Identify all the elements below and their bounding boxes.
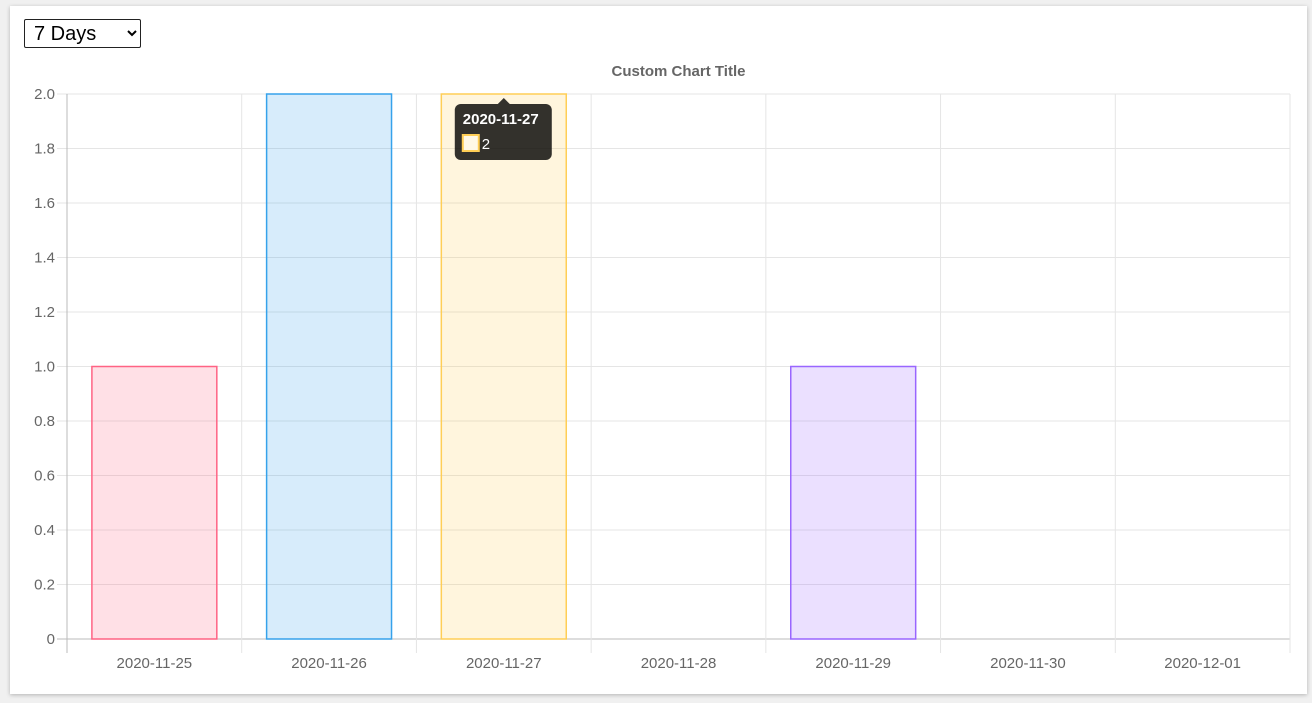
y-tick-label: 0.6 bbox=[34, 468, 55, 485]
x-tick-label: 2020-11-26 bbox=[291, 655, 367, 672]
y-tick-label: 1.4 bbox=[34, 250, 55, 267]
y-tick-label: 1.6 bbox=[34, 195, 55, 212]
x-tick-label: 2020-11-30 bbox=[990, 655, 1066, 672]
y-tick-label: 1.2 bbox=[34, 304, 55, 321]
y-tick-label: 1.0 bbox=[34, 359, 55, 376]
bar-2020-11-27[interactable] bbox=[440, 93, 567, 640]
x-tick-label: 2020-11-28 bbox=[641, 655, 717, 672]
tooltip-swatch bbox=[461, 134, 480, 152]
y-tick-label: 1.8 bbox=[34, 141, 55, 158]
y-tick-label: 0.2 bbox=[34, 577, 55, 594]
bar-2020-11-25[interactable] bbox=[91, 365, 218, 640]
chart-title: Custom Chart Title bbox=[612, 63, 746, 80]
y-tick-label: 0.4 bbox=[34, 522, 55, 539]
x-tick-label: 2020-11-29 bbox=[815, 655, 891, 672]
tooltip-value: 2 bbox=[482, 136, 490, 153]
bar-chart: Custom Chart Title 0 0.2 0.4 0.6 0.8 1.0 1.2 1.4… bbox=[34, 63, 1291, 672]
y-tick-label: 0 bbox=[47, 631, 55, 648]
x-tick-label: 2020-11-25 bbox=[117, 655, 193, 672]
y-tick-label: 2.0 bbox=[34, 86, 55, 103]
bar-2020-11-26[interactable] bbox=[265, 93, 393, 640]
y-tick-label: 0.8 bbox=[34, 413, 55, 430]
x-tick-label: 2020-12-01 bbox=[1164, 655, 1241, 672]
x-tick-label: 2020-11-27 bbox=[466, 655, 542, 672]
bar-2020-11-29[interactable] bbox=[790, 365, 917, 640]
tooltip-title: 2020-11-27 bbox=[463, 111, 539, 128]
